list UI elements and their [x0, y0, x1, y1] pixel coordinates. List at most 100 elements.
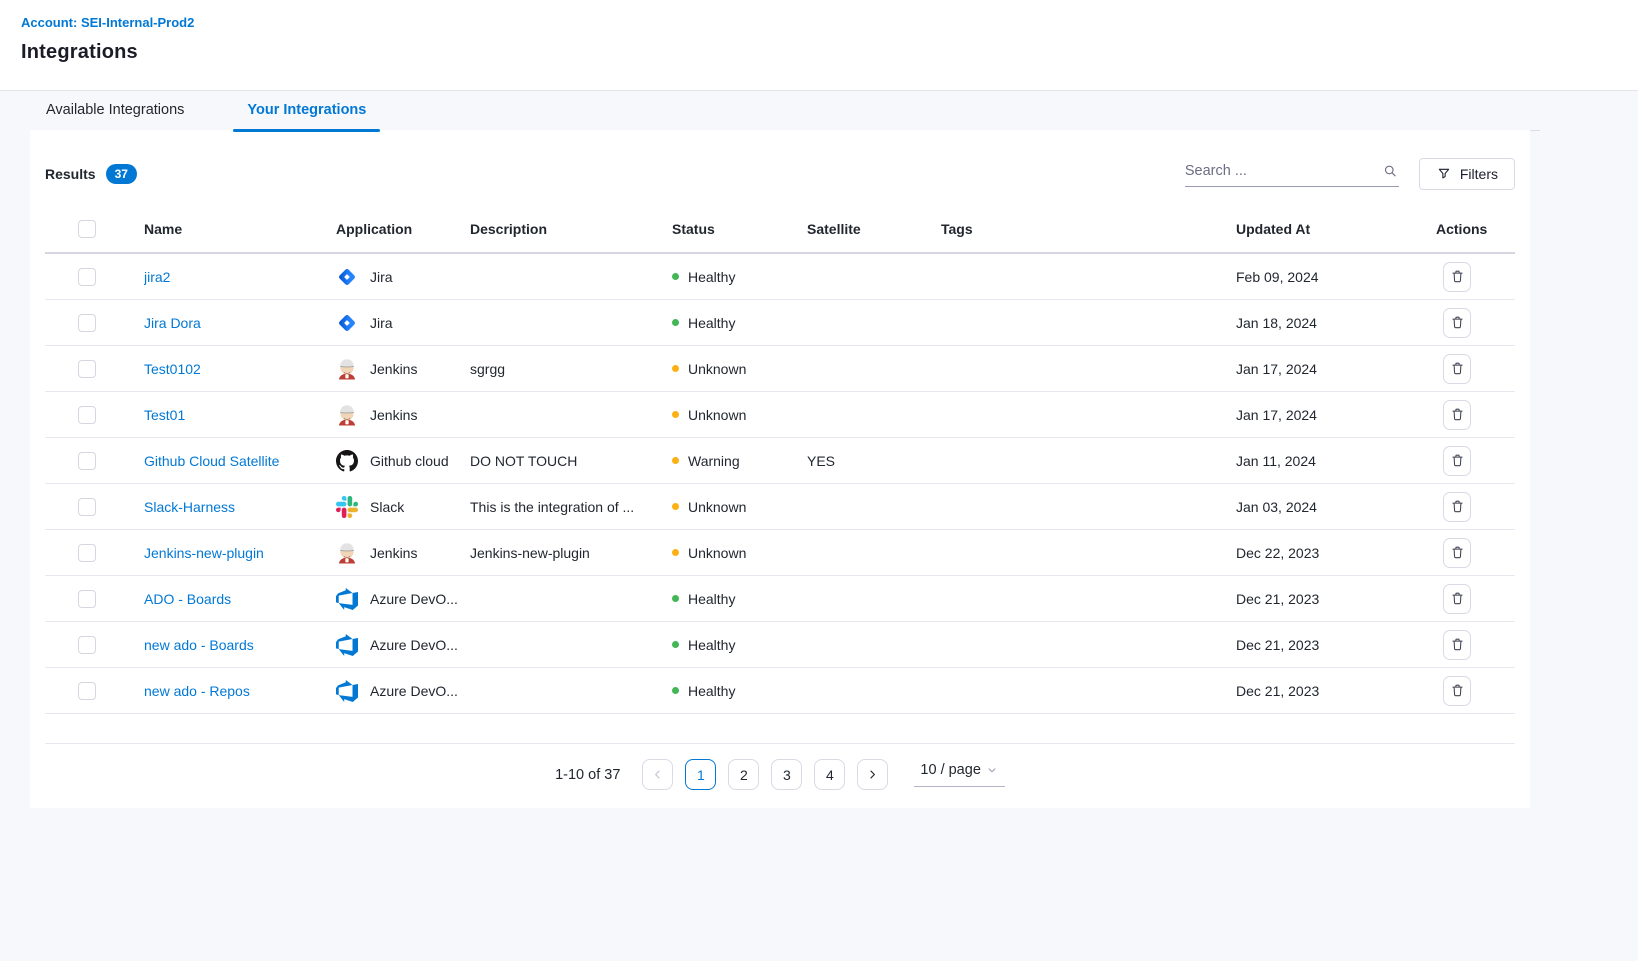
chevron-left-icon [650, 767, 665, 782]
integration-name-link[interactable]: new ado - Repos [144, 683, 250, 699]
application-icon [336, 588, 358, 610]
row-checkbox[interactable] [78, 268, 96, 286]
row-checkbox[interactable] [78, 406, 96, 424]
pagination-page-3[interactable]: 3 [771, 759, 802, 790]
column-header-description: Description [470, 221, 672, 237]
status-label: Unknown [688, 545, 746, 561]
application-icon [336, 680, 358, 702]
trash-icon [1449, 636, 1466, 653]
delete-integration-button[interactable] [1443, 262, 1471, 292]
column-header-satellite: Satellite [807, 221, 941, 237]
row-checkbox[interactable] [78, 544, 96, 562]
page-title: Integrations [21, 41, 1638, 64]
updated-at-cell: Feb 09, 2024 [1236, 269, 1436, 285]
caret-down-icon [985, 763, 999, 777]
delete-integration-button[interactable] [1443, 446, 1471, 476]
table-row: Slack-Harness Slack This is the integrat… [45, 484, 1515, 530]
delete-integration-button[interactable] [1443, 308, 1471, 338]
status-label: Healthy [688, 591, 735, 607]
results-count-badge: 37 [106, 164, 137, 184]
updated-at-cell: Jan 18, 2024 [1236, 315, 1436, 331]
results-label: Results [45, 166, 96, 182]
chevron-right-icon [865, 767, 880, 782]
pagination-prev-button[interactable] [642, 759, 673, 790]
table-row: Jira Dora Jira Healthy Jan 18, 2024 [45, 300, 1515, 346]
status-label: Unknown [688, 407, 746, 423]
delete-integration-button[interactable] [1443, 354, 1471, 384]
row-checkbox[interactable] [78, 590, 96, 608]
updated-at-cell: Dec 21, 2023 [1236, 637, 1436, 653]
integration-name-link[interactable]: new ado - Boards [144, 637, 254, 653]
application-icon [336, 266, 358, 288]
integrations-table: NameApplicationDescriptionStatusSatellit… [45, 206, 1515, 744]
row-checkbox[interactable] [78, 314, 96, 332]
pagination-page-1[interactable]: 1 [685, 759, 716, 790]
delete-integration-button[interactable] [1443, 538, 1471, 568]
table-row: Jenkins-new-plugin Jenkins Jenkins-new-p… [45, 530, 1515, 576]
pagination-page-2[interactable]: 2 [728, 759, 759, 790]
search-icon [1382, 162, 1399, 180]
app-header: Account: SEI-Internal-Prod2 Integrations [0, 0, 1638, 91]
delete-integration-button[interactable] [1443, 630, 1471, 660]
status-dot [672, 549, 679, 556]
tab-available-integrations[interactable]: Available Integrations [32, 102, 198, 131]
status-dot [672, 273, 679, 280]
integration-name-link[interactable]: Test0102 [144, 361, 201, 377]
integration-name-link[interactable]: Test01 [144, 407, 185, 423]
integration-name-link[interactable]: Jira Dora [144, 315, 201, 331]
row-checkbox[interactable] [78, 636, 96, 654]
status-label: Unknown [688, 361, 746, 377]
status-dot [672, 457, 679, 464]
table-body: jira2 Jira Healthy Feb 09, 2024 Jira Dor… [45, 254, 1515, 714]
content-panel: Results 37 Filters NameApplicationDescri… [30, 130, 1530, 808]
select-all-checkbox[interactable] [78, 220, 96, 238]
page-size-select[interactable]: 10 / page [914, 762, 1004, 787]
integration-name-link[interactable]: Github Cloud Satellite [144, 453, 279, 469]
application-name: Azure DevO... [370, 591, 458, 607]
filters-button[interactable]: Filters [1419, 158, 1515, 190]
application-icon [336, 634, 358, 656]
row-checkbox[interactable] [78, 498, 96, 516]
updated-at-cell: Jan 17, 2024 [1236, 407, 1436, 423]
toolbar: Results 37 Filters [45, 158, 1515, 190]
trash-icon [1449, 360, 1466, 377]
account-breadcrumb-link[interactable]: Account: SEI-Internal-Prod2 [21, 15, 194, 30]
delete-integration-button[interactable] [1443, 676, 1471, 706]
pagination-next-button[interactable] [857, 759, 888, 790]
integration-name-link[interactable]: Slack-Harness [144, 499, 235, 515]
delete-integration-button[interactable] [1443, 400, 1471, 430]
row-checkbox[interactable] [78, 452, 96, 470]
row-checkbox[interactable] [78, 360, 96, 378]
tabbar: Available Integrations Your Integrations [0, 91, 1638, 131]
status-label: Healthy [688, 315, 735, 331]
row-checkbox[interactable] [78, 682, 96, 700]
search-input[interactable] [1185, 163, 1382, 179]
delete-integration-button[interactable] [1443, 492, 1471, 522]
pagination-page-4[interactable]: 4 [814, 759, 845, 790]
application-icon [336, 542, 358, 564]
table-row: new ado - Boards Azure DevO... Healthy D… [45, 622, 1515, 668]
trash-icon [1449, 590, 1466, 607]
tab-your-integrations[interactable]: Your Integrations [233, 102, 380, 131]
status-dot [672, 411, 679, 418]
table-row: ADO - Boards Azure DevO... Healthy Dec 2… [45, 576, 1515, 622]
status-dot [672, 595, 679, 602]
integration-name-link[interactable]: Jenkins-new-plugin [144, 545, 264, 561]
status-dot [672, 687, 679, 694]
application-name: Jenkins [370, 361, 417, 377]
application-name: Slack [370, 499, 404, 515]
table-row: Github Cloud Satellite Github cloud DO N… [45, 438, 1515, 484]
integration-name-link[interactable]: ADO - Boards [144, 591, 231, 607]
application-name: Jira [370, 269, 393, 285]
delete-integration-button[interactable] [1443, 584, 1471, 614]
pagination: 1-10 of 37 1234 10 / page [45, 759, 1515, 790]
application-name: Jenkins [370, 545, 417, 561]
description-cell: This is the integration of ... [470, 499, 672, 515]
integration-name-link[interactable]: jira2 [144, 269, 170, 285]
pagination-range-label: 1-10 of 37 [555, 767, 620, 783]
pagination-pages: 1234 [685, 759, 845, 790]
application-name: Azure DevO... [370, 637, 458, 653]
application-name: Github cloud [370, 453, 449, 469]
application-icon [336, 450, 358, 472]
trash-icon [1449, 268, 1466, 285]
